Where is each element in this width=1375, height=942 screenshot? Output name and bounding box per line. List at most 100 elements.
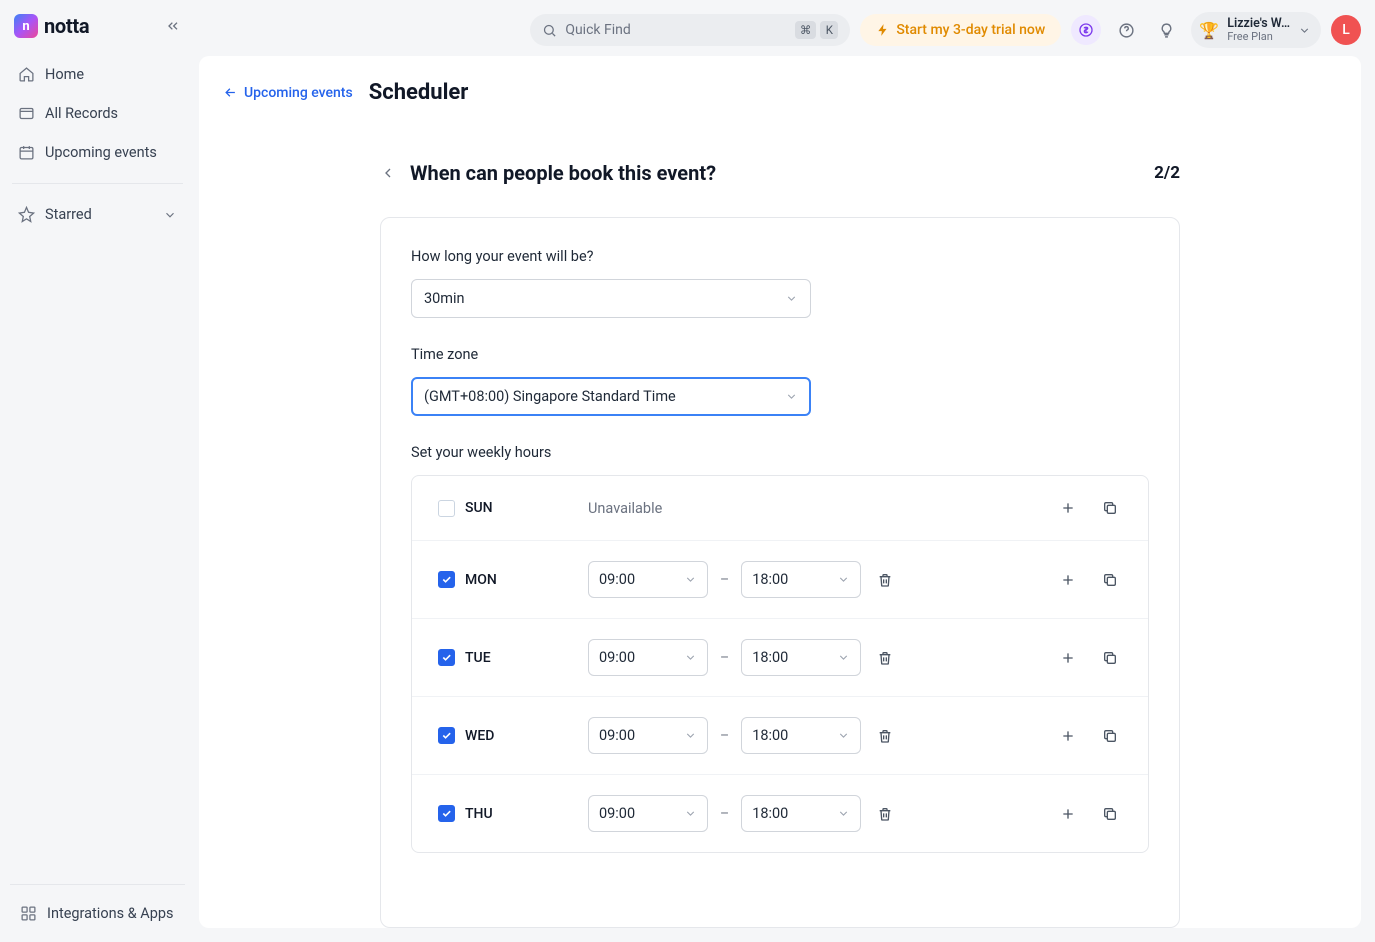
sidebar-item-all-records[interactable]: All Records <box>10 95 185 132</box>
copy-icon <box>1102 728 1118 744</box>
help-button[interactable] <box>1111 15 1141 45</box>
timezone-select[interactable]: (GMT+08:00) Singapore Standard Time <box>411 377 811 416</box>
end-time-select[interactable]: 18:00 <box>741 639 861 676</box>
day-checkbox[interactable] <box>438 727 455 744</box>
add-slot-button[interactable] <box>1056 496 1080 520</box>
delete-slot-button[interactable] <box>873 568 897 592</box>
timezone-value: (GMT+08:00) Singapore Standard Time <box>424 388 676 405</box>
day-checkbox[interactable] <box>438 500 455 517</box>
day-row: TUE 09:00 – 18:00 <box>412 619 1148 697</box>
plus-icon <box>1060 728 1076 744</box>
start-time-value: 09:00 <box>599 805 635 822</box>
day-name: MON <box>465 572 497 588</box>
trash-icon <box>877 806 893 822</box>
quick-find-placeholder: Quick Find <box>565 22 630 38</box>
hints-button[interactable] <box>1151 15 1181 45</box>
end-time-value: 18:00 <box>752 571 788 588</box>
day-checkbox[interactable] <box>438 805 455 822</box>
copy-slot-button[interactable] <box>1098 802 1122 826</box>
calendar-icon <box>18 144 35 161</box>
start-time-select[interactable]: 09:00 <box>588 561 708 598</box>
delete-slot-button[interactable] <box>873 646 897 670</box>
chevron-down-icon <box>163 208 177 222</box>
chevron-down-icon <box>837 573 850 586</box>
start-time-value: 09:00 <box>599 727 635 744</box>
quick-find[interactable]: Quick Find ⌘ K <box>530 14 850 46</box>
check-icon <box>441 730 452 741</box>
brand-logo[interactable]: n notta <box>14 14 89 38</box>
end-time-select[interactable]: 18:00 <box>741 561 861 598</box>
check-icon <box>441 808 452 819</box>
breadcrumb-back-label: Upcoming events <box>244 85 353 101</box>
form-box: How long your event will be? 30min Time … <box>380 217 1180 928</box>
copy-slot-button[interactable] <box>1098 646 1122 670</box>
trash-icon <box>877 650 893 666</box>
start-time-value: 09:00 <box>599 571 635 588</box>
sidebar-item-upcoming-events[interactable]: Upcoming events <box>10 134 185 171</box>
credits-button[interactable] <box>1071 15 1101 45</box>
check-icon <box>441 652 452 663</box>
search-icon <box>542 23 557 38</box>
time-dash: – <box>720 728 729 744</box>
topbar: Quick Find ⌘ K Start my 3-day trial now … <box>195 0 1375 52</box>
add-slot-button[interactable] <box>1056 802 1080 826</box>
end-time-select[interactable]: 18:00 <box>741 717 861 754</box>
sidebar-item-label: Integrations & Apps <box>47 905 174 922</box>
records-icon <box>18 105 35 122</box>
trial-label: Start my 3-day trial now <box>896 22 1045 38</box>
time-dash: – <box>720 572 729 588</box>
end-time-select[interactable]: 18:00 <box>741 795 861 832</box>
start-time-select[interactable]: 09:00 <box>588 795 708 832</box>
time-dash: – <box>720 806 729 822</box>
delete-slot-button[interactable] <box>873 802 897 826</box>
day-checkbox[interactable] <box>438 649 455 666</box>
quick-find-shortcut: ⌘ K <box>795 21 839 39</box>
trash-icon <box>877 728 893 744</box>
sidebar: n notta Home All Records Upcoming events… <box>0 0 195 942</box>
dollar-circle-icon <box>1078 22 1094 38</box>
plus-icon <box>1060 806 1076 822</box>
timezone-label: Time zone <box>411 346 1149 363</box>
delete-slot-button[interactable] <box>873 724 897 748</box>
sidebar-item-label: Home <box>45 66 84 83</box>
workspace-name: Lizzie's W… <box>1227 17 1290 31</box>
workspace-switcher[interactable]: 🏆 Lizzie's W… Free Plan <box>1191 12 1321 48</box>
add-slot-button[interactable] <box>1056 724 1080 748</box>
add-slot-button[interactable] <box>1056 646 1080 670</box>
workspace-plan: Free Plan <box>1227 31 1290 43</box>
sidebar-item-home[interactable]: Home <box>10 56 185 93</box>
copy-icon <box>1102 650 1118 666</box>
end-time-value: 18:00 <box>752 805 788 822</box>
step-indicator: 2/2 <box>1154 163 1180 183</box>
sidebar-item-integrations[interactable]: Integrations & Apps <box>12 897 183 930</box>
end-time-value: 18:00 <box>752 727 788 744</box>
sidebar-item-starred[interactable]: Starred <box>10 196 185 233</box>
day-name: SUN <box>465 500 493 516</box>
start-time-select[interactable]: 09:00 <box>588 639 708 676</box>
star-icon <box>18 206 35 223</box>
day-row: MON 09:00 – 18:00 <box>412 541 1148 619</box>
copy-slot-button[interactable] <box>1098 496 1122 520</box>
start-trial-button[interactable]: Start my 3-day trial now <box>860 14 1061 46</box>
home-icon <box>18 66 35 83</box>
check-icon <box>441 574 452 585</box>
copy-slot-button[interactable] <box>1098 568 1122 592</box>
chevron-down-icon <box>785 292 798 305</box>
day-name: THU <box>465 806 493 822</box>
day-row: THU 09:00 – 18:00 <box>412 775 1148 852</box>
copy-icon <box>1102 500 1118 516</box>
weekly-hours-box: SUN Unavailable MON 09:00 – 18:00 TUE <box>411 475 1149 853</box>
duration-value: 30min <box>424 290 465 307</box>
chevron-down-icon <box>785 390 798 403</box>
weekly-hours-label: Set your weekly hours <box>411 444 1149 461</box>
user-avatar[interactable]: L <box>1331 15 1361 45</box>
step-back-button[interactable] <box>380 165 396 181</box>
day-checkbox[interactable] <box>438 571 455 588</box>
chevron-left-icon <box>380 165 396 181</box>
collapse-sidebar-icon[interactable] <box>165 18 181 34</box>
copy-slot-button[interactable] <box>1098 724 1122 748</box>
add-slot-button[interactable] <box>1056 568 1080 592</box>
duration-select[interactable]: 30min <box>411 279 811 318</box>
start-time-select[interactable]: 09:00 <box>588 717 708 754</box>
breadcrumb-back[interactable]: Upcoming events <box>223 85 353 101</box>
